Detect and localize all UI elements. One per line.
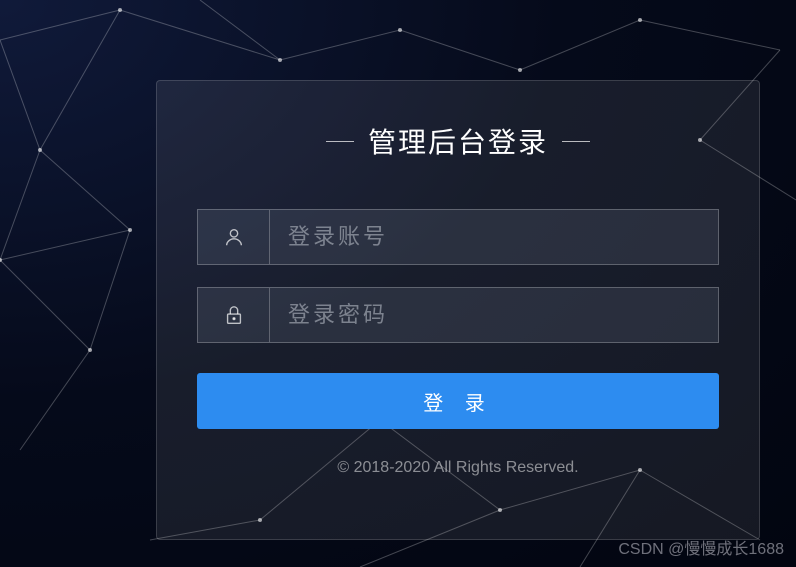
- password-input[interactable]: [270, 288, 718, 342]
- watermark: CSDN @慢慢成长1688: [618, 535, 784, 559]
- lock-icon: [198, 288, 270, 342]
- login-button[interactable]: 登 录: [197, 373, 719, 429]
- password-group: [197, 287, 719, 343]
- user-icon: [198, 210, 270, 264]
- username-group: [197, 209, 719, 265]
- login-panel: 管理后台登录 登 录 © 2018-2020 All Rights Reserv…: [156, 80, 760, 540]
- copyright-text: © 2018-2020 All Rights Reserved.: [197, 459, 719, 477]
- username-input[interactable]: [270, 210, 718, 264]
- title-row: 管理后台登录: [197, 121, 719, 161]
- page-title: 管理后台登录: [368, 121, 548, 161]
- title-line-right: [562, 141, 590, 142]
- title-line-left: [326, 141, 354, 142]
